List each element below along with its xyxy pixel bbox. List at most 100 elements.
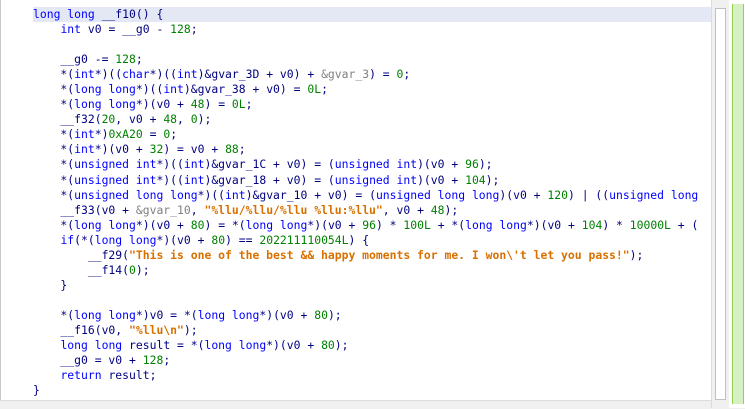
code-token: *) [94, 127, 109, 142]
editor-gutter [1, 0, 29, 408]
code-token: long long [74, 82, 136, 97]
code-token: + *( [430, 217, 466, 232]
code-token: int [225, 187, 246, 202]
code-token: int [74, 142, 95, 157]
code-token: 104 [581, 217, 603, 232]
code-token: )&gvar_18 + v0) = ( [204, 172, 335, 187]
pseudocode-view[interactable]: long long __f10() { int v0 = __g0 - 128;… [33, 7, 712, 407]
code-line[interactable]: return result; [33, 368, 712, 383]
code-token: *( [33, 307, 75, 322]
code-token: *( [33, 157, 75, 172]
code-token: long long [74, 307, 136, 322]
code-token: ; [245, 97, 253, 112]
code-line[interactable] [33, 37, 712, 52]
code-line[interactable]: *(long long*)((int)&gvar_38 + v0) = 0L; [33, 82, 712, 97]
code-line[interactable]: __f29("This is one of the best && happy … [33, 248, 712, 263]
code-line[interactable]: __f14(0); [33, 263, 712, 278]
code-token: unsigned int [74, 172, 157, 187]
code-token: *( [33, 172, 75, 187]
code-line[interactable]: *(int*)(v0 + 32) = v0 + 88; [33, 142, 712, 157]
code-token: unsigned int [334, 172, 418, 187]
code-token: &gvar_10 [135, 202, 191, 217]
code-token: ); [327, 307, 342, 322]
code-token: __g0 -= [33, 52, 116, 67]
code-token: ; [238, 142, 246, 157]
code-token: *( [33, 127, 75, 142]
code-token: *( [33, 97, 75, 112]
code-token: )&gvar_3D + v0) + [197, 67, 322, 82]
code-token: 96 [362, 217, 376, 232]
vertical-scrollbar[interactable] [711, 0, 729, 408]
code-line[interactable]: *(long long*)(v0 + 80) = *(long long*)(v… [33, 218, 712, 233]
code-token: *)(v0 + [259, 307, 315, 322]
code-token: *)(v0 + [94, 142, 150, 157]
code-token: ) = [204, 97, 232, 112]
code-token: *( [33, 142, 75, 157]
code-token: long long [204, 338, 267, 353]
code-token: )(v0 + [417, 157, 466, 172]
code-line[interactable] [33, 293, 712, 308]
code-token: ) | (( [567, 187, 610, 202]
code-token: )(v0 + [417, 172, 466, 187]
code-token: unsigned int [334, 157, 418, 172]
code-token: , v0 + [115, 112, 164, 127]
code-token: result; [101, 368, 157, 383]
code-line[interactable]: int v0 = __g0 - 128; [33, 22, 712, 37]
code-editor[interactable]: long long __f10() { int v0 = __g0 - 128;… [0, 0, 712, 408]
code-line[interactable]: *(long long*)(v0 + 48) = 0L; [33, 97, 712, 112]
code-line[interactable]: __f33(v0 + &gvar_10, "%llu/%llu/%llu %ll… [33, 203, 712, 218]
code-line[interactable]: __g0 = v0 + 128; [33, 353, 712, 368]
code-line[interactable]: __f16(v0, "%llu\n"); [33, 323, 712, 338]
scrollbar-thumb[interactable] [715, 8, 726, 400]
code-token: } [33, 383, 40, 398]
code-token: ); [444, 202, 459, 217]
code-token: v0 = __g0 - [81, 22, 171, 37]
code-token: 80 [314, 307, 328, 322]
code-token: int [74, 67, 95, 82]
code-token: ); [478, 157, 493, 172]
code-token: 0L [307, 82, 322, 97]
code-token: *)(( [94, 67, 123, 82]
code-line[interactable]: } [33, 278, 712, 293]
code-token: unsigned long long [375, 187, 500, 202]
code-token: *)(( [197, 187, 226, 202]
code-line[interactable]: *(int*)((char*)((int)&gvar_3D + v0) + &g… [33, 67, 712, 82]
code-line[interactable]: long long result = *(long long*)(v0 + 80… [33, 338, 712, 353]
code-token: long long [94, 232, 157, 247]
overview-ruler[interactable] [729, 0, 745, 408]
code-token: 0 [190, 112, 198, 127]
code-token: 96 [465, 157, 479, 172]
code-token: ; [163, 353, 171, 368]
code-token: , [177, 112, 191, 127]
code-token: *( [33, 187, 75, 202]
code-token: 128 [142, 353, 164, 368]
code-line[interactable]: *(unsigned int*)((int)&gvar_18 + v0) = (… [33, 173, 712, 188]
code-token: ) * [375, 217, 404, 232]
code-line[interactable]: if(*(long long*)(v0 + 80) == 20221111005… [33, 233, 712, 248]
code-line[interactable]: long long __f10() { [33, 7, 712, 23]
code-line[interactable]: __g0 -= 128; [33, 52, 712, 67]
code-token: if [60, 232, 75, 247]
code-token: int [163, 82, 184, 97]
overview-marker [732, 4, 744, 404]
code-token: int [183, 172, 205, 187]
code-token: __f14( [33, 262, 130, 277]
code-token: 202211110054L [259, 232, 349, 247]
code-token: *)(( [156, 172, 184, 187]
code-line[interactable]: __f32(20, v0 + 48, 0); [33, 112, 712, 127]
code-token: long long [33, 7, 102, 21]
code-line[interactable]: } [33, 383, 712, 398]
code-token: } [33, 277, 68, 292]
code-token: *)(v0 + [135, 217, 191, 232]
code-token: 120 [547, 187, 568, 202]
code-line[interactable]: *(unsigned long long*)((int)&gvar_10 + v… [33, 188, 712, 203]
code-line[interactable]: *(int*)0xA20 = 0; [33, 127, 712, 142]
code-token: int [60, 22, 82, 37]
code-token: 0xA20 [108, 127, 143, 142]
code-token: "%llu\n" [129, 322, 184, 337]
code-line[interactable]: *(unsigned int*)((int)&gvar_1C + v0) = (… [33, 157, 712, 172]
code-token: ; [403, 67, 411, 82]
code-line[interactable]: *(long long*)v0 = *(long long*)(v0 + 80)… [33, 308, 712, 323]
